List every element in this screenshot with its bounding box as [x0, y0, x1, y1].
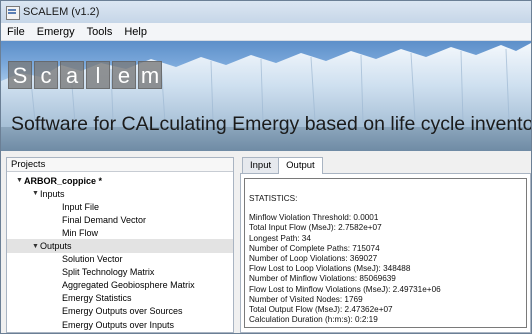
title-bar[interactable]: SCALEM (v1.2)	[1, 1, 531, 23]
tree-item-input-file[interactable]: Input File	[7, 200, 233, 213]
output-line: Longest Path: 34	[249, 233, 311, 243]
tree-item-emergy-statistics[interactable]: Emergy Statistics	[7, 292, 233, 305]
tree-item-emergy-outputs-sources[interactable]: Emergy Outputs over Sources	[7, 305, 233, 318]
tree-node-project[interactable]: ▼ ARBOR_coppice *	[7, 174, 233, 187]
scalem-logo: S c a l e m	[8, 61, 162, 89]
logo-letter: e	[112, 61, 136, 89]
output-line: Number of Visited Nodes: 1769	[249, 294, 363, 304]
tree-item-aggregated-geobiosphere-matrix[interactable]: Aggregated Geobiosphere Matrix	[7, 279, 233, 292]
project-label: ARBOR_coppice *	[24, 175, 103, 186]
output-line: Flow Lost to Minflow Violations (MseJ): …	[249, 284, 441, 294]
output-line: Number of Minflow Violations: 85069639	[249, 274, 396, 284]
tab-input[interactable]: Input	[242, 157, 280, 173]
logo-letter: a	[60, 61, 84, 89]
output-line: Minflow Violation Threshold: 0.0001	[249, 213, 379, 223]
banner: S c a l e m Software for CALculating Eme…	[1, 41, 531, 151]
output-heading: STATISTICS:	[249, 194, 298, 203]
output-line: Flow Lost to Loop Violations (MseJ): 348…	[249, 264, 411, 274]
output-line: Number of Complete Paths: 715074	[249, 243, 380, 253]
collapse-arrow-icon[interactable]: ▼	[31, 243, 40, 250]
tree-item-split-technology-matrix[interactable]: Split Technology Matrix	[7, 266, 233, 279]
tree-node-outputs[interactable]: ▼ Outputs	[7, 239, 233, 253]
logo-letter: S	[8, 61, 32, 89]
app-window: SCALEM (v1.2) File Emergy Tools Help S c…	[0, 0, 532, 334]
output-text-area[interactable]: STATISTICS: Minflow Violation Threshold:…	[244, 178, 527, 328]
logo-letter: m	[138, 61, 162, 89]
tree-item-solution-vector[interactable]: Solution Vector	[7, 253, 233, 266]
detail-panel: Input Output STATISTICS: Minflow Violati…	[240, 157, 531, 333]
logo-letter: l	[86, 61, 110, 89]
collapse-arrow-icon[interactable]: ▼	[15, 177, 24, 184]
output-line: Calculation Duration (h:m:s): 0:2:19	[249, 315, 378, 325]
projects-panel: Projects ▼ ARBOR_coppice * ▼ Inputs Inpu…	[6, 157, 234, 333]
output-line: Number of Loop Violations: 369027	[249, 254, 378, 264]
collapse-arrow-icon[interactable]: ▼	[31, 190, 40, 197]
output-line: Total Input Flow (MseJ): 2.7582e+07	[249, 223, 382, 233]
output-line: Total Output Flow (MseJ): 2.47362e+07	[249, 305, 393, 315]
logo-letter: c	[34, 61, 58, 89]
banner-tagline: Software for CALculating Emergy based on…	[11, 113, 531, 135]
tab-content: STATISTICS: Minflow Violation Threshold:…	[240, 173, 531, 333]
menu-emergy[interactable]: Emergy	[31, 26, 81, 38]
menu-help[interactable]: Help	[118, 26, 153, 38]
menu-bar: File Emergy Tools Help	[1, 23, 531, 41]
tab-output[interactable]: Output	[278, 157, 323, 174]
tab-bar: Input Output	[242, 157, 323, 174]
project-tree: ▼ ARBOR_coppice * ▼ Inputs Input File Fi…	[7, 172, 233, 331]
tree-item-min-flow[interactable]: Min Flow	[7, 226, 233, 239]
menu-file[interactable]: File	[1, 26, 31, 38]
app-icon	[5, 5, 20, 20]
tree-node-inputs[interactable]: ▼ Inputs	[7, 187, 233, 200]
tree-item-emergy-outputs-inputs[interactable]: Emergy Outputs over Inputs	[7, 318, 233, 331]
window-title: SCALEM (v1.2)	[23, 6, 100, 18]
projects-header: Projects	[7, 158, 233, 172]
outputs-label: Outputs	[40, 241, 72, 252]
tree-item-final-demand-vector[interactable]: Final Demand Vector	[7, 213, 233, 226]
inputs-label: Inputs	[40, 188, 65, 199]
menu-tools[interactable]: Tools	[81, 26, 119, 38]
